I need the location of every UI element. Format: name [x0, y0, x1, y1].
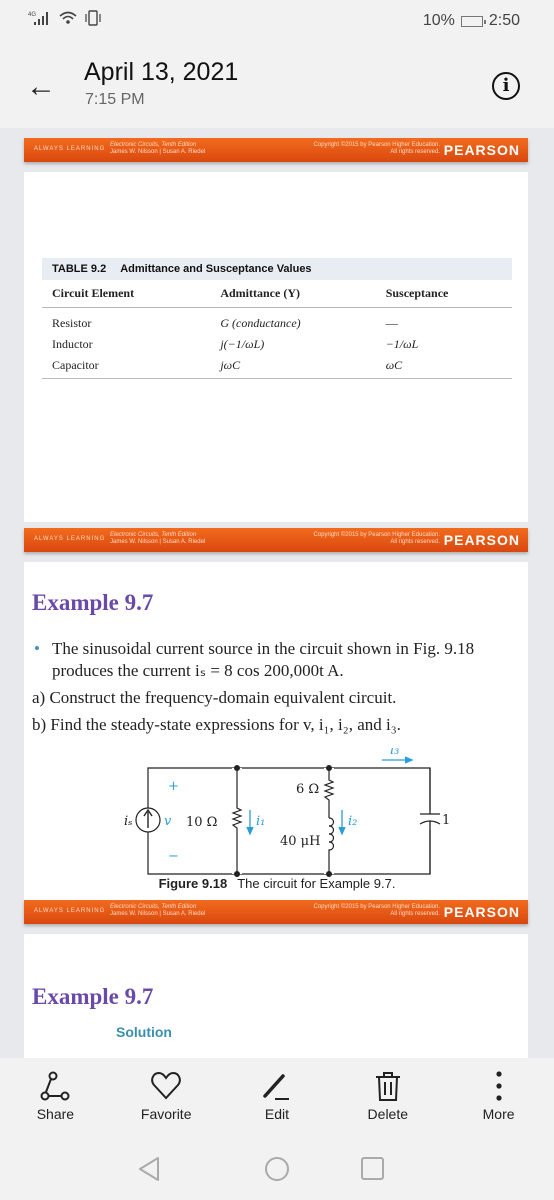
example-body: The sinusoidal current source in the cir… [32, 638, 492, 736]
more-vertical-icon [495, 1071, 502, 1101]
app-header: ← April 13, 2021 7:15 PM i [0, 50, 554, 120]
example-part-a: a) Construct the frequency-domain equiva… [32, 688, 397, 707]
battery-percent: 10% [422, 12, 455, 29]
always-learning-text: ALWAYS LEARNING [34, 146, 106, 152]
node [326, 765, 332, 771]
pearson-footer-bar: ALWAYS LEARNING Electronic Circuits, Ten… [24, 528, 528, 552]
book-info: Electronic Circuits, Tenth Edition James … [110, 142, 206, 155]
back-arrow-icon[interactable]: ← [26, 72, 56, 102]
heart-icon [151, 1071, 181, 1100]
page-title: April 13, 2021 [84, 58, 239, 86]
nav-home-icon[interactable] [265, 1157, 289, 1181]
c1-label: 1 μF [442, 813, 450, 828]
page-subtitle: 7:15 PM [85, 91, 145, 108]
info-icon[interactable]: i [492, 72, 520, 100]
example-part-b: b) Find the steady-state expressions for… [32, 715, 401, 734]
nav-recents-icon[interactable] [361, 1157, 384, 1180]
clock: 2:50 [488, 12, 520, 29]
example-bullet: The sinusoidal current source in the cir… [32, 638, 492, 682]
wifi-icon [59, 11, 77, 24]
favorite-button[interactable]: Favorite [111, 1058, 222, 1138]
voltage-label: v [164, 814, 172, 829]
pearson-logo: PEARSON [443, 142, 520, 158]
share-button[interactable]: Share [0, 1058, 111, 1138]
admittance-table: TABLE 9.2 Admittance and Susceptance Valu… [42, 258, 512, 379]
table-caption: TABLE 9.2 Admittance and Susceptance Valu… [42, 258, 512, 280]
copyright: Copyright ©2015 by Pearson Higher Educat… [313, 142, 441, 155]
table-row: Capacitor jωC ωC [42, 355, 512, 379]
table-header: Admittance (Y) [210, 280, 376, 308]
table-header: Circuit Element [42, 280, 211, 308]
example-title: Example 9.7 [32, 590, 154, 615]
pencil-icon [263, 1074, 289, 1100]
pearson-footer-bar: ALWAYS LEARNING Electronic Circuits, Ten… [24, 138, 528, 162]
r2-label: 6 Ω [296, 782, 319, 797]
trash-icon [375, 1072, 400, 1101]
system-nav-bar [139, 1157, 384, 1181]
l1-label: 40 μH [280, 834, 320, 849]
battery-icon [460, 15, 486, 27]
image-viewer[interactable]: ALWAYS LEARNING Electronic Circuits, Ten… [0, 128, 554, 1058]
delete-button[interactable]: Delete [332, 1058, 443, 1138]
table-header: Susceptance [375, 280, 512, 308]
svg-text:4G: 4G [28, 12, 36, 18]
i1-arrow-icon [246, 810, 254, 836]
plus-label: + [168, 779, 179, 794]
nav-back-icon[interactable] [139, 1157, 159, 1181]
figure-caption: Figure 9.18 The circuit for Example 9.7. [158, 876, 396, 891]
i3-label: i₃ [390, 748, 399, 758]
circuit-diagram: iₛ v + − 10 Ω i₁ 6 Ω 40 μH i₂ i₃ 1 μF [124, 748, 450, 877]
bottom-toolbar: Share Favorite Edit Delete More [0, 1058, 554, 1138]
status-bar: 4G 10% 2:50 [0, 0, 554, 44]
more-button[interactable]: More [443, 1058, 554, 1138]
signal-icon: 4G [28, 12, 48, 25]
edit-button[interactable]: Edit [222, 1058, 333, 1138]
i1-label: i₁ [256, 814, 265, 829]
node [234, 765, 240, 771]
status-icons: 4G [28, 10, 102, 26]
status-right: 10% 2:50 [423, 12, 520, 30]
vibrate-icon [85, 10, 101, 26]
pearson-footer-bar: ALWAYS LEARNING Electronic Circuits, Ten… [24, 900, 528, 924]
solution-label: Solution [116, 1024, 172, 1040]
share-icon [40, 1071, 70, 1101]
table-row: Resistor G (conductance) — [52, 316, 398, 330]
r1-label: 10 Ω [186, 815, 217, 830]
source-label: iₛ [124, 814, 133, 829]
minus-label: − [168, 849, 179, 864]
example-title: Example 9.7 [32, 984, 154, 1009]
i2-arrow-icon [338, 810, 346, 836]
i2-label: i₂ [348, 814, 357, 829]
table-row: Inductor j(−1/ωL) −1/ωL [52, 337, 419, 351]
